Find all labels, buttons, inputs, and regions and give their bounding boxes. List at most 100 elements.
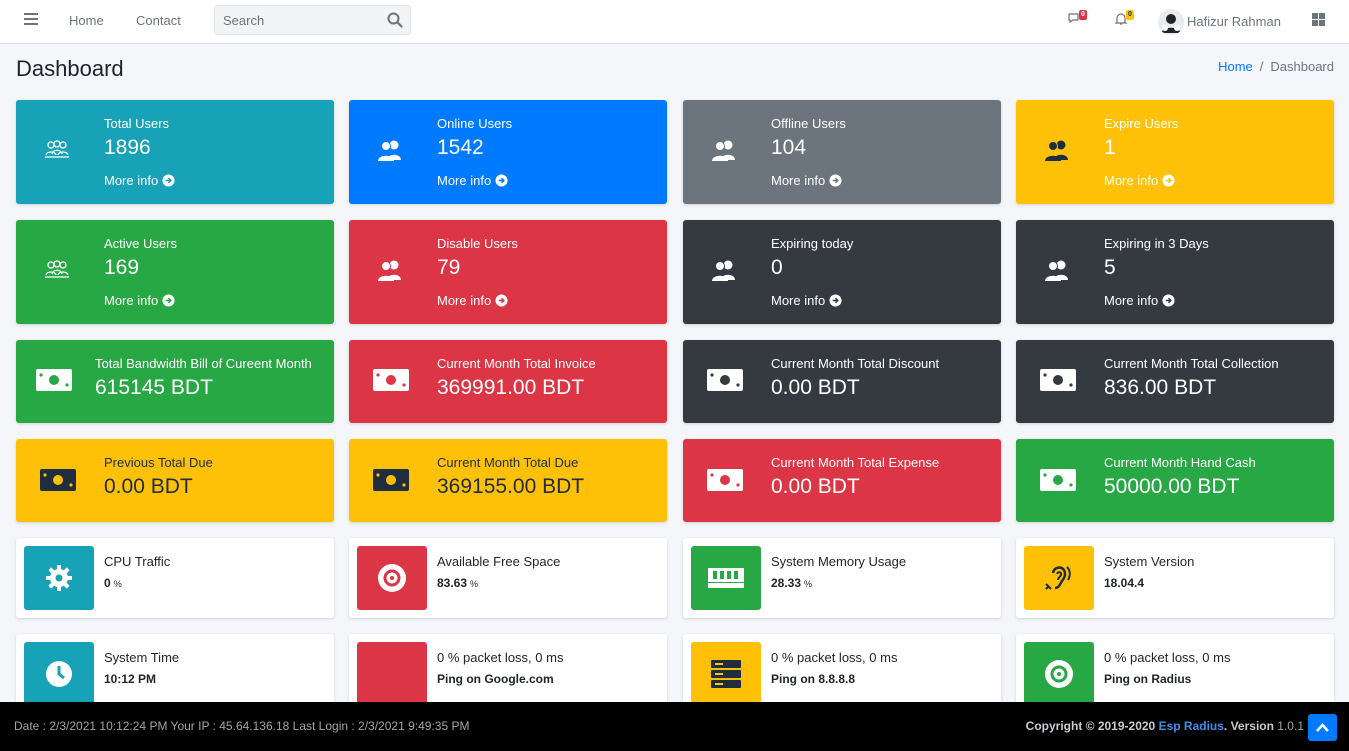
- top-navbar: Home Contact 0 0 Hafizur Rahman: [0, 0, 1349, 44]
- copyright-text: Copyright © 2019-2020: [1025, 719, 1156, 733]
- users-icon: [376, 138, 404, 167]
- unit-label: %: [804, 579, 813, 589]
- more-info-link[interactable]: More info: [1104, 293, 1175, 308]
- arrow-circle-right-icon: [491, 294, 508, 307]
- money-bill-icon: [373, 469, 409, 496]
- more-info-link[interactable]: More info: [771, 293, 842, 308]
- money-value: 369155.00 BDT: [437, 475, 585, 498]
- menu-toggle-icon[interactable]: [24, 13, 38, 27]
- stat-box: Active Users 169 More info: [16, 220, 334, 324]
- more-info-link[interactable]: More info: [437, 293, 508, 308]
- more-info-link[interactable]: More info: [104, 173, 175, 188]
- stat-box: Offline Users 104 More info: [683, 100, 1001, 204]
- nav-link-contact[interactable]: Contact: [136, 13, 181, 28]
- stat-label: Total Users: [104, 116, 170, 131]
- money-value: 50000.00 BDT: [1104, 475, 1240, 498]
- more-info-link[interactable]: More info: [437, 173, 508, 188]
- breadcrumb-separator: /: [1259, 59, 1264, 74]
- stat-box: Disable Users 79 More info: [349, 220, 667, 324]
- users-icon: [376, 258, 404, 287]
- money-label: Current Month Total Invoice: [437, 356, 596, 371]
- unit-label: %: [470, 579, 479, 589]
- info-label: System Memory Usage: [771, 554, 907, 569]
- stat-value: 79: [437, 256, 461, 279]
- money-label: Current Month Hand Cash: [1104, 455, 1256, 470]
- money-value: 0.00 BDT: [771, 475, 860, 498]
- info-value: 83.63%: [437, 576, 478, 590]
- search-input[interactable]: [215, 6, 380, 34]
- money-bill-icon: [707, 369, 743, 396]
- info-value: 10:12 PM: [104, 672, 156, 686]
- money-value: 615145 BDT: [95, 376, 213, 399]
- more-info-label: More info: [437, 293, 492, 308]
- notifications-bell-icon[interactable]: 0: [1114, 10, 1134, 31]
- money-bill-icon: [1040, 469, 1076, 496]
- money-value: 0.00 BDT: [104, 475, 193, 498]
- info-value: 18.04.4: [1104, 576, 1144, 590]
- arrow-circle-right-icon: [1158, 294, 1175, 307]
- info-box: Available Free Space 83.63%: [349, 538, 667, 618]
- money-box: Current Month Total Discount 0.00 BDT: [683, 340, 1001, 423]
- info-number: Ping on Radius: [1104, 672, 1192, 686]
- money-label: Current Month Total Due: [437, 455, 579, 470]
- user-name: Hafizur Rahman: [1187, 14, 1281, 29]
- footer-session-info: Date : 2/3/2021 10:12:24 PM Your IP : 45…: [14, 719, 470, 733]
- info-label: 0 % packet loss, 0 ms: [437, 650, 564, 665]
- more-info-label: More info: [771, 293, 826, 308]
- info-value: Ping on Radius: [1104, 672, 1191, 686]
- disk-icon: [357, 546, 427, 610]
- users-icon: [710, 258, 738, 287]
- more-info-link[interactable]: More info: [104, 293, 175, 308]
- more-info-label: More info: [771, 173, 826, 188]
- info-number: 28.33: [771, 576, 802, 590]
- info-number: Ping on Google.com: [437, 672, 554, 686]
- stat-label: Active Users: [104, 236, 177, 251]
- arrow-circle-right-icon: [825, 294, 842, 307]
- money-box: Current Month Total Invoice 369991.00 BDT: [349, 340, 667, 423]
- money-bill-icon: [1040, 369, 1076, 396]
- more-info-label: More info: [1104, 173, 1159, 188]
- users-icon: [1043, 258, 1071, 287]
- messages-icon[interactable]: 0: [1067, 10, 1087, 31]
- money-bill-icon: [36, 369, 72, 396]
- more-info-label: More info: [104, 293, 159, 308]
- info-box: CPU Traffic 0%: [16, 538, 334, 618]
- stat-label: Expiring in 3 Days: [1104, 236, 1209, 251]
- breadcrumb-home-link[interactable]: Home: [1218, 59, 1253, 74]
- footer: Date : 2/3/2021 10:12:24 PM Your IP : 45…: [0, 702, 1349, 751]
- stat-label: Expiring today: [771, 236, 854, 251]
- apps-grid-icon[interactable]: [1312, 13, 1325, 26]
- money-box: Previous Total Due 0.00 BDT: [16, 439, 334, 522]
- money-box: Current Month Hand Cash 50000.00 BDT: [1016, 439, 1334, 522]
- info-label: 0 % packet loss, 0 ms: [1104, 650, 1231, 665]
- more-info-link[interactable]: More info: [1104, 173, 1175, 188]
- stat-box: Expiring in 3 Days 5 More info: [1016, 220, 1334, 324]
- stat-box: Online Users 1542 More info: [349, 100, 667, 204]
- notifications-badge: 0: [1126, 10, 1134, 20]
- money-label: Current Month Total Discount: [771, 356, 940, 371]
- gear-icon: [24, 546, 94, 610]
- avatar: [1158, 9, 1184, 35]
- info-number: 0: [104, 576, 111, 590]
- back-to-top-button[interactable]: [1308, 714, 1337, 741]
- users-icon: [1043, 138, 1071, 167]
- stat-value: 1: [1104, 136, 1116, 159]
- info-number: 83.63: [437, 576, 468, 590]
- breadcrumb: Home / Dashboard: [1218, 59, 1334, 74]
- more-info-link[interactable]: More info: [771, 173, 842, 188]
- more-info-label: More info: [437, 173, 492, 188]
- nav-link-home[interactable]: Home: [69, 13, 104, 28]
- money-value: 369991.00 BDT: [437, 376, 585, 399]
- info-icon-box: [357, 642, 427, 706]
- info-value: 28.33%: [771, 576, 812, 590]
- arrow-circle-right-icon: [1158, 174, 1175, 187]
- money-label: Previous Total Due: [104, 455, 213, 470]
- messages-badge: 0: [1079, 10, 1087, 20]
- search-icon[interactable]: [386, 11, 404, 29]
- stat-label: Disable Users: [437, 236, 518, 251]
- brand-link[interactable]: Esp Radius: [1159, 719, 1224, 733]
- more-info-label: More info: [104, 173, 159, 188]
- info-value: Ping on Google.com: [437, 672, 554, 686]
- info-number: Ping on 8.8.8.8: [771, 672, 856, 686]
- stat-label: Offline Users: [771, 116, 846, 131]
